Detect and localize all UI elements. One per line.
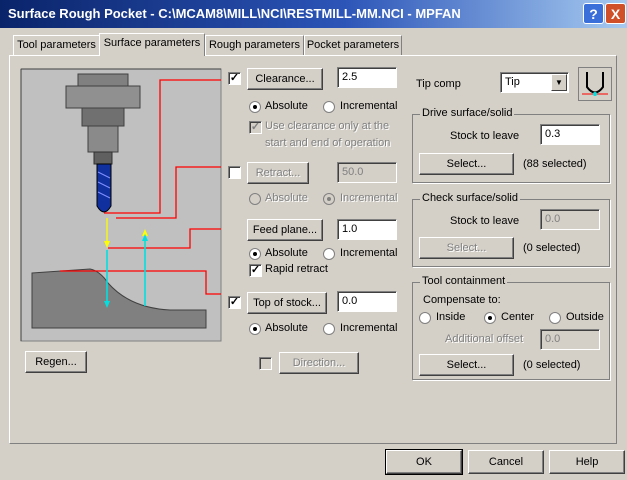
close-button[interactable]: X [605, 3, 626, 24]
retract-absolute-label: Absolute [265, 192, 308, 204]
clearance-input[interactable]: 2.5 [337, 67, 397, 88]
retract-absolute-radio[interactable] [249, 193, 261, 205]
compensate-outside-radio[interactable] [549, 312, 561, 324]
feed-plane-input[interactable]: 1.0 [337, 219, 397, 240]
top-of-stock-input[interactable]: 0.0 [337, 291, 397, 312]
top-of-stock-incremental-label: Incremental [340, 322, 398, 334]
tab-tool-parameters[interactable]: Tool parameters [13, 35, 100, 55]
compensate-inside-label: Inside [436, 311, 466, 323]
clearance-button[interactable]: Clearance... [247, 68, 323, 90]
clearance-absolute-radio[interactable] [249, 101, 261, 113]
tool-holder [65, 85, 141, 109]
collet [87, 125, 119, 153]
compensate-inside-radio[interactable] [419, 312, 431, 324]
retract-checkbox[interactable] [228, 166, 241, 179]
feed-plane-button[interactable]: Feed plane... [247, 219, 323, 241]
direction-checkbox[interactable] [259, 357, 272, 370]
use-clearance-label-1: Use clearance only at the [265, 120, 390, 132]
help-title-button[interactable]: ? [583, 3, 604, 24]
rapid-retract-checkbox[interactable]: ✓ [249, 264, 262, 277]
retract-input[interactable]: 50.0 [337, 162, 397, 183]
use-clearance-checkbox[interactable]: ✓ [249, 121, 262, 134]
check-stock-label: Stock to leave [450, 215, 520, 227]
retract-incremental-label: Incremental [340, 192, 398, 204]
clearance-checkbox[interactable]: ✓ [228, 72, 241, 85]
collet-nut [93, 151, 113, 165]
use-clearance-label-2: start and end of operation [265, 137, 391, 149]
additional-offset-label: Additional offset [445, 333, 524, 345]
check-select-button[interactable]: Select... [419, 237, 514, 259]
tip-comp-label: Tip comp [416, 78, 461, 90]
top-of-stock-incremental-radio[interactable] [323, 323, 335, 335]
help-button[interactable]: Help [549, 450, 625, 474]
feed-plane-incremental-radio[interactable] [323, 248, 335, 260]
height-diagram [20, 68, 222, 342]
tool-holder-neck [81, 107, 125, 127]
top-of-stock-checkbox[interactable]: ✓ [228, 296, 241, 309]
clearance-absolute-label: Absolute [265, 100, 308, 112]
containment-select-button[interactable]: Select... [419, 354, 514, 376]
drive-stock-label: Stock to leave [450, 130, 520, 142]
cancel-button[interactable]: Cancel [468, 450, 544, 474]
top-of-stock-absolute-radio[interactable] [249, 323, 261, 335]
tab-surface-parameters[interactable]: Surface parameters [99, 33, 205, 56]
compensate-label: Compensate to: [423, 294, 501, 306]
tool-containment-title: Tool containment [420, 275, 508, 287]
chevron-down-icon[interactable]: ▼ [551, 74, 567, 91]
tab-pocket-parameters[interactable]: Pocket parameters [304, 35, 402, 55]
direction-button[interactable]: Direction... [279, 352, 359, 374]
compensate-center-radio[interactable] [484, 312, 496, 324]
clearance-incremental-radio[interactable] [323, 101, 335, 113]
top-of-stock-absolute-label: Absolute [265, 322, 308, 334]
drive-selected-count: (88 selected) [523, 158, 587, 170]
tip-comp-value: Tip [505, 76, 520, 88]
additional-offset-input[interactable]: 0.0 [540, 329, 600, 350]
tip-comp-icon [578, 67, 612, 101]
regen-button[interactable]: Regen... [25, 351, 87, 373]
drive-surface-title: Drive surface/solid [420, 107, 515, 119]
check-stock-input[interactable]: 0.0 [540, 209, 600, 230]
clearance-incremental-label: Incremental [340, 100, 398, 112]
rapid-retract-label: Rapid retract [265, 263, 328, 275]
compensate-center-label: Center [501, 311, 535, 323]
check-surface-title: Check surface/solid [420, 192, 520, 204]
window-title: Surface Rough Pocket - C:\MCAM8\MILL\NCI… [8, 6, 461, 21]
compensate-outside-label: Outside [566, 311, 604, 323]
feed-plane-absolute-label: Absolute [265, 247, 308, 259]
feed-plane-absolute-radio[interactable] [249, 248, 261, 260]
retract-incremental-radio[interactable] [323, 193, 335, 205]
containment-selected-count: (0 selected) [523, 359, 581, 371]
tab-rough-parameters[interactable]: Rough parameters [205, 35, 304, 55]
tip-comp-select[interactable]: Tip ▼ [500, 72, 569, 93]
ok-button[interactable]: OK [385, 449, 463, 475]
check-selected-count: (0 selected) [523, 242, 581, 254]
feed-plane-incremental-label: Incremental [340, 247, 398, 259]
drive-stock-input[interactable]: 0.3 [540, 124, 600, 145]
drive-select-button[interactable]: Select... [419, 153, 514, 175]
tool-holder-top [77, 73, 129, 87]
top-of-stock-button[interactable]: Top of stock... [247, 292, 327, 314]
retract-button[interactable]: Retract... [247, 162, 309, 184]
